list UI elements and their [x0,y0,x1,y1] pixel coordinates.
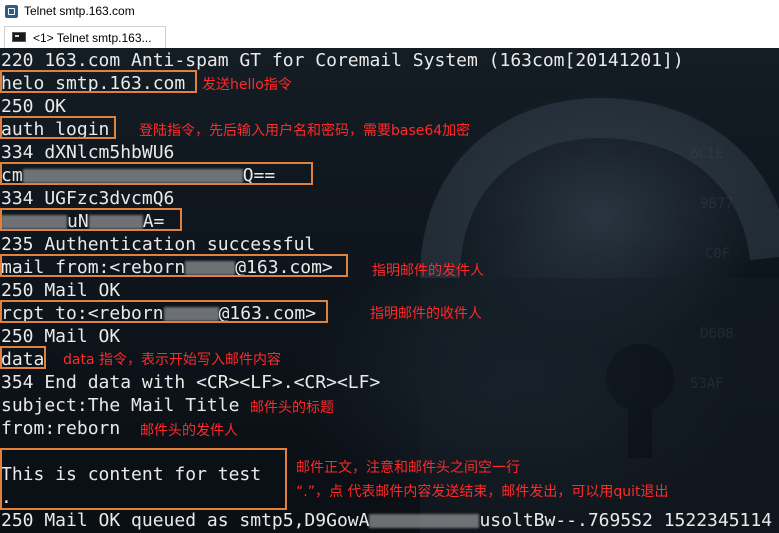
highlight-box-username [0,162,313,185]
annotation-mail-from: 指明邮件的发件人 [372,263,484,279]
queued-suffix: usoltBw--.7695S2 1522345114 [479,510,773,531]
console-line: 250 OK [1,96,67,117]
console-line: 334 dXNlcm5hbWU6 [1,142,175,163]
console-line: 235 Authentication successful [1,234,316,255]
console-line: 334 UGFzc3dvcmQ6 [1,188,175,209]
highlight-box-auth [0,116,116,139]
queued-prefix: 250 Mail OK queued as smtp5,D9GowA [1,510,370,531]
annotation-body-1: 邮件正文，注意和邮件头之间空一行 [296,460,520,476]
highlight-box-mail-from [0,254,348,277]
annotation-rcpt-to: 指明邮件的收件人 [370,306,482,322]
svg-text:53AF: 53AF [690,376,724,392]
annotation-subject: 邮件头的标题 [250,400,334,416]
redacted-text [369,514,480,528]
svg-text:6C1E: 6C1E [690,146,724,162]
title-bar: Telnet smtp.163.com [0,0,779,24]
svg-text:D608: D608 [700,326,734,342]
tab-strip: <1> Telnet smtp.163... [0,24,779,49]
svg-text:9B77: 9B77 [700,196,734,212]
annotation-helo: 发送hello指令 [202,77,292,93]
annotation-body-2: “.”，点 代表邮件内容发送结束，邮件发出，可以用quit退出 [296,484,669,500]
highlight-box-helo [0,70,197,93]
tab-label: <1> Telnet smtp.163... [33,31,152,45]
highlight-box-data [0,346,46,369]
console-line: 250 Mail OK [1,280,121,301]
console-line: 354 End data with <CR><LF>.<CR><LF> [1,372,381,393]
annotation-auth: 登陆指令，先后输入用户名和密码，需要base64加密 [139,123,471,139]
annotation-data: data 指令，表示开始写入邮件内容 [63,352,281,368]
console-line: 220 163.com Anti-spam GT for Coremail Sy… [1,50,684,71]
annotation-from: 邮件头的发件人 [140,423,238,439]
console-icon [12,32,26,42]
highlight-box-password [0,208,182,231]
window-title: Telnet smtp.163.com [24,4,135,18]
console-line: from:reborn [1,418,121,439]
console-line: 250 Mail OK queued as smtp5,D9GowA usoltB… [1,509,772,532]
highlight-box-body [0,448,287,510]
console-line: subject:The Mail Title [1,395,240,416]
console-line: 250 Mail OK [1,326,121,347]
svg-text:C0F: C0F [705,246,730,262]
console-area[interactable]: 6C1E 9B77 C0F D608 53AF 220 163.com Anti… [0,48,779,533]
highlight-box-rcpt-to [0,300,328,323]
app-icon [5,5,18,18]
tab-telnet-session[interactable]: <1> Telnet smtp.163... [4,26,166,48]
